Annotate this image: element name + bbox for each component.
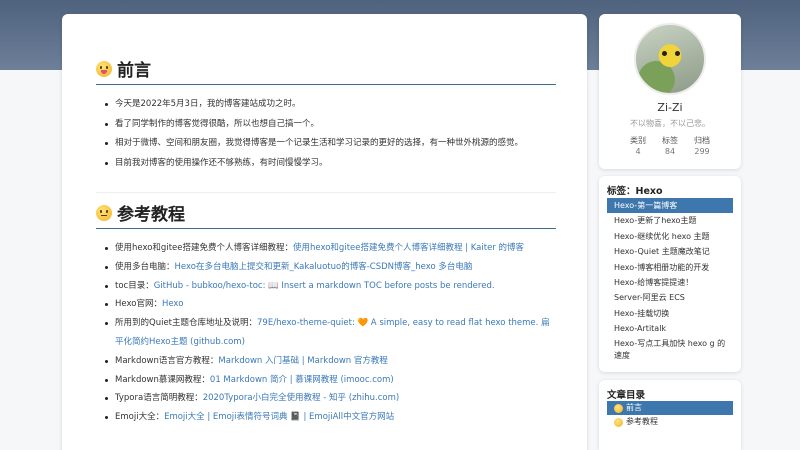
thinking-face-emoji-icon: [96, 204, 112, 221]
reference-link[interactable]: Markdown 入门基础 | Markdown 官方教程: [218, 356, 387, 366]
list-item-label: Hexo官网：: [115, 299, 162, 310]
toc-item-references[interactable]: 参考教程: [607, 415, 733, 429]
tag-posts-card: 标签：Hexo Hexo-第一篇博客 Hexo-更新了hexo主题 Hexo-继…: [599, 176, 741, 372]
avatar[interactable]: [634, 23, 706, 95]
tongue-face-emoji-icon: [96, 60, 112, 77]
section-heading: 前言: [96, 58, 556, 85]
toc-item-label: 前言: [626, 403, 642, 412]
divider: [96, 192, 556, 193]
list-item-label: 所用到的Quiet主题仓库地址及说明：: [115, 318, 258, 329]
list-item-label: Markdown慕课网教程：: [115, 374, 210, 385]
list-item-label: 使用多台电脑：: [115, 261, 175, 272]
toc-item-preface[interactable]: 前言: [607, 401, 733, 415]
tag-post-item[interactable]: Hexo-更新了hexo主题: [607, 213, 733, 228]
stat-value: 84: [664, 147, 676, 156]
reference-link[interactable]: Emoji大全 | Emoji表情符号词典 📓 | EmojiAll中文官方网站: [164, 412, 394, 422]
tongue-face-emoji-icon: [614, 403, 623, 413]
toc-item-label: 参考教程: [626, 417, 658, 426]
list-item: Markdown慕课网教程：01 Markdown 简介 | 慕课网教程 (im…: [103, 371, 556, 390]
tag-post-item[interactable]: Hexo-挂载切换: [607, 306, 733, 321]
list-item-label: Typora语言简明教程：: [115, 393, 203, 404]
thinking-face-emoji-icon: [614, 417, 623, 427]
list-item-label: toc目录：: [115, 280, 154, 291]
section-references: 参考教程 使用hexo和gitee搭建免费个人博客详细教程：使用hexo和git…: [96, 202, 556, 427]
reference-link[interactable]: 2020Typora小白完全使用教程 - 知乎 (zhihu.com): [203, 393, 399, 403]
list-item: 相对于微博、空间和朋友圈，我觉得博客是一个记录生活和学习记录的更好的选择，有一种…: [103, 134, 556, 154]
stat-tags[interactable]: 标签 84: [662, 135, 678, 157]
stat-categories[interactable]: 类别 4: [630, 135, 646, 157]
list-item-label: Markdown语言官方教程：: [115, 355, 219, 366]
stat-value: 4: [635, 147, 641, 156]
tag-post-item[interactable]: Hexo-继续优化 hexo 主题: [607, 229, 733, 244]
tag-post-item[interactable]: Hexo-给博客提提速！: [607, 275, 733, 290]
list-item: Emoji大全：Emoji大全 | Emoji表情符号词典 📓 | EmojiA…: [103, 408, 556, 427]
list-item-label: 使用hexo和gitee搭建免费个人博客详细教程：: [115, 243, 293, 253]
profile-name: Zi-Zi: [657, 101, 683, 114]
list-item: 使用多台电脑：Hexo在多台电脑上提交和更新_Kakaluotuo的博客-CSD…: [103, 258, 556, 277]
tag-post-item[interactable]: Hexo-Quiet 主题魔改笔记: [607, 244, 733, 259]
stat-label: 归档: [694, 136, 710, 145]
section-heading: 参考教程: [96, 202, 556, 229]
toc-card: 文章目录 前言 参考教程: [599, 380, 741, 450]
stat-label: 类别: [630, 136, 646, 145]
section-heading-text: 参考教程: [117, 205, 185, 225]
stat-label: 标签: [662, 136, 678, 145]
tag-post-item[interactable]: Server-阿里云 ECS: [607, 290, 733, 305]
tag-card-title: 标签：Hexo: [607, 186, 663, 197]
profile-card: Zi-Zi 不以物喜，不以己悲。 类别 4 标签 84 归档 299: [599, 14, 741, 169]
list-item: Markdown语言官方教程：Markdown 入门基础 | Markdown …: [103, 352, 556, 371]
preface-list: 今天是2022年5月3日，我的博客建站成功之时。 看了同学制作的博客觉得很酷，所…: [96, 95, 556, 173]
list-item: 所用到的Quiet主题仓库地址及说明：79E/hexo-theme-quiet:…: [103, 314, 556, 352]
list-item: 今天是2022年5月3日，我的博客建站成功之时。: [103, 95, 556, 115]
reference-link[interactable]: GitHub - bubkoo/hexo-toc: 📖 Insert a mar…: [154, 281, 495, 291]
section-preface: 前言 今天是2022年5月3日，我的博客建站成功之时。 看了同学制作的博客觉得很…: [96, 58, 556, 173]
reference-list: 使用hexo和gitee搭建免费个人博客详细教程：使用hexo和gitee搭建免…: [96, 239, 556, 427]
list-item: toc目录：GitHub - bubkoo/hexo-toc: 📖 Insert…: [103, 277, 556, 296]
article-card: 前言 今天是2022年5月3日，我的博客建站成功之时。 看了同学制作的博客觉得很…: [62, 14, 587, 450]
reference-link[interactable]: 使用hexo和gitee搭建免费个人博客详细教程 | Kaiter 的博客: [293, 243, 524, 253]
tag-post-item[interactable]: Hexo-第一篇博客: [607, 198, 733, 214]
section-heading-text: 前言: [117, 61, 151, 81]
reference-link[interactable]: Hexo在多台电脑上提交和更新_Kakaluotuo的博客-CSDN博客_hex…: [175, 262, 473, 272]
list-item-label: Emoji大全：: [115, 412, 165, 423]
reference-link[interactable]: Hexo: [162, 299, 183, 309]
profile-stats: 类别 4 标签 84 归档 299: [599, 135, 741, 157]
tag-post-item[interactable]: Hexo-写点工具加快 hexo g 的速度: [607, 337, 733, 362]
tag-post-item[interactable]: Hexo-博客相册功能的开发: [607, 260, 733, 275]
stat-value: 299: [694, 147, 710, 156]
list-item: 目前我对博客的使用操作还不够熟练，有时间慢慢学习。: [103, 154, 556, 174]
stat-archives[interactable]: 归档 299: [694, 135, 710, 157]
tag-post-list: Hexo-第一篇博客 Hexo-更新了hexo主题 Hexo-继续优化 hexo…: [607, 198, 733, 362]
list-item: Typora语言简明教程：2020Typora小白完全使用教程 - 知乎 (zh…: [103, 389, 556, 408]
tag-post-item[interactable]: Hexo-Artitalk: [607, 321, 733, 336]
reference-link[interactable]: 01 Markdown 简介 | 慕课网教程 (imooc.com): [210, 375, 394, 385]
list-item: 看了同学制作的博客觉得很酷，所以也想自己搞一个。: [103, 115, 556, 135]
list-item: Hexo官网：Hexo: [103, 295, 556, 314]
profile-motto: 不以物喜，不以己悲。: [630, 119, 710, 128]
list-item: 使用hexo和gitee搭建免费个人博客详细教程：使用hexo和gitee搭建免…: [103, 239, 556, 258]
toc-title: 文章目录: [607, 390, 646, 401]
